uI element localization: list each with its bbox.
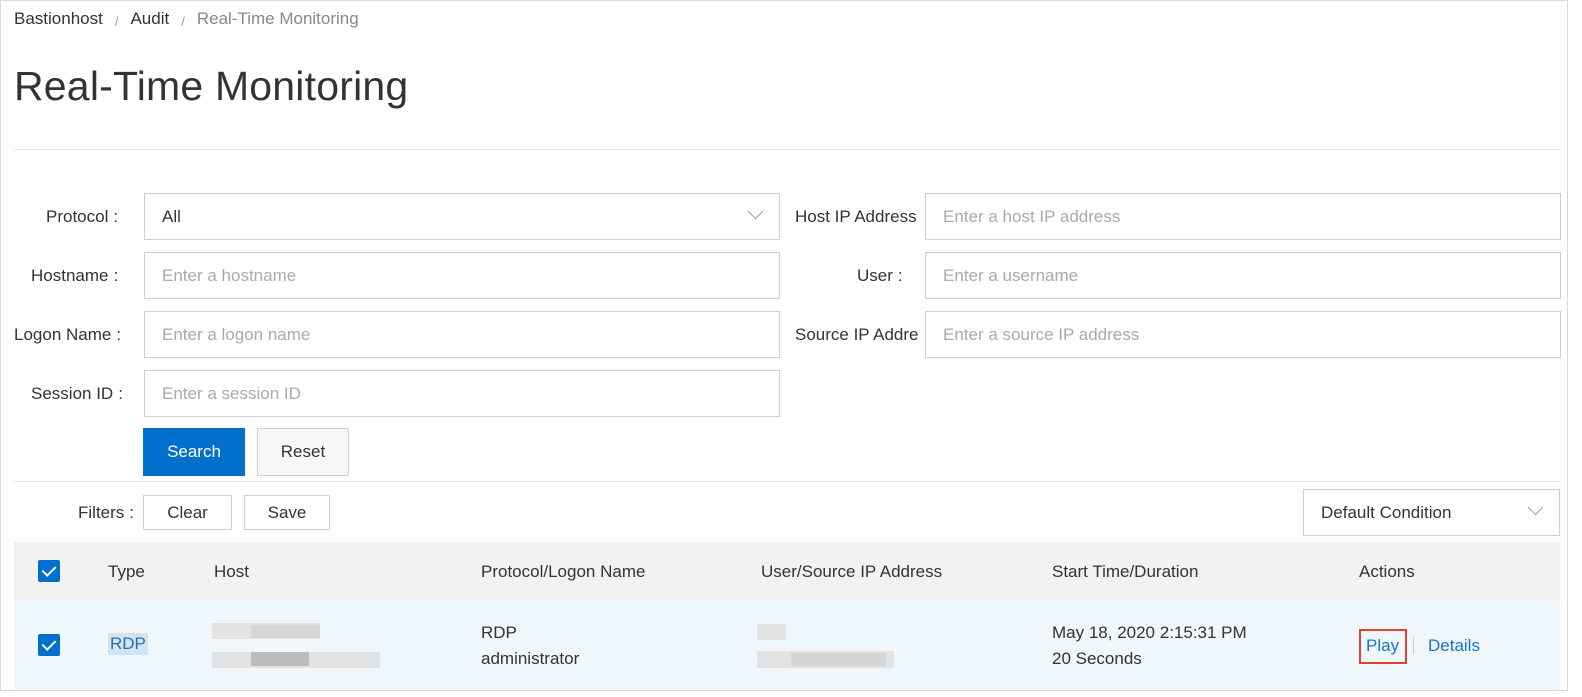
- page-frame: Bastionhost / Audit / Real-Time Monitori…: [0, 0, 1568, 691]
- protocol-select[interactable]: All: [144, 193, 780, 240]
- host-ip-input[interactable]: Enter a host IP address: [925, 193, 1561, 240]
- select-all-checkbox[interactable]: [38, 560, 60, 582]
- logon-name-placeholder: Enter a logon name: [162, 324, 311, 344]
- table-row[interactable]: [14, 600, 1560, 690]
- source-ip-label: Source IP Addre: [795, 325, 919, 344]
- hostname-input[interactable]: Enter a hostname: [144, 252, 780, 299]
- row-logon-name: administrator: [481, 649, 580, 668]
- search-button[interactable]: Search: [143, 428, 245, 476]
- protocol-label: Protocol:: [46, 207, 119, 226]
- breadcrumb-separator: /: [181, 13, 185, 29]
- row-type: RDP: [108, 633, 148, 655]
- filters-label: Filters:: [78, 503, 135, 522]
- redacted-user: [757, 624, 786, 640]
- play-link[interactable]: Play: [1366, 636, 1399, 656]
- clear-filters-button[interactable]: Clear: [143, 495, 232, 530]
- user-input[interactable]: Enter a username: [925, 252, 1561, 299]
- breadcrumb-current: Real-Time Monitoring: [196, 9, 359, 28]
- column-header-host: Host: [214, 562, 249, 581]
- host-ip-label: Host IP Address: [795, 207, 917, 226]
- title-divider: [14, 149, 1560, 150]
- hostname-placeholder: Enter a hostname: [162, 265, 297, 285]
- reset-button[interactable]: Reset: [257, 428, 349, 476]
- column-header-protocol: Protocol/Logon Name: [481, 562, 646, 581]
- page-title: Real-Time Monitoring: [14, 63, 409, 109]
- session-id-input[interactable]: Enter a session ID: [144, 370, 780, 417]
- logon-name-label: Logon Name:: [14, 325, 122, 344]
- host-ip-placeholder: Enter a host IP address: [943, 206, 1121, 226]
- row-protocol: RDP: [481, 623, 517, 642]
- redacted-host-name-part: [251, 625, 320, 638]
- action-separator: [1413, 637, 1414, 654]
- row-duration: 20 Seconds: [1052, 649, 1142, 668]
- redacted-host-ip-part: [251, 652, 309, 666]
- breadcrumb-item-audit[interactable]: Audit: [130, 9, 169, 29]
- session-id-placeholder: Enter a session ID: [162, 383, 301, 403]
- save-filters-button[interactable]: Save: [244, 495, 330, 530]
- source-ip-input[interactable]: Enter a source IP address: [925, 311, 1561, 358]
- details-link[interactable]: Details: [1428, 636, 1480, 656]
- filters-divider: [14, 481, 1560, 482]
- source-ip-placeholder: Enter a source IP address: [943, 324, 1140, 344]
- chevron-down-icon: [1527, 499, 1544, 516]
- column-header-type: Type: [108, 562, 145, 581]
- condition-select-value: Default Condition: [1321, 502, 1452, 522]
- session-id-label: Session ID:: [31, 384, 123, 403]
- row-checkbox[interactable]: [38, 634, 60, 656]
- user-label: User:: [857, 266, 903, 285]
- redacted-source-ip-part: [791, 653, 886, 666]
- protocol-select-value: All: [162, 206, 181, 226]
- user-placeholder: Enter a username: [943, 265, 1079, 285]
- row-start-time: May 18, 2020 2:15:31 PM: [1052, 623, 1247, 642]
- chevron-down-icon: [747, 203, 764, 220]
- breadcrumb-separator: /: [114, 13, 119, 29]
- column-header-actions: Actions: [1359, 562, 1415, 581]
- column-header-user: User/Source IP Address: [761, 562, 943, 581]
- column-header-start-time: Start Time/Duration: [1052, 562, 1199, 581]
- breadcrumb: Bastionhost / Audit / Real-Time Monitori…: [14, 9, 359, 29]
- breadcrumb-item-bastionhost[interactable]: Bastionhost: [14, 9, 103, 29]
- hostname-label: Hostname:: [31, 266, 119, 285]
- logon-name-input[interactable]: Enter a logon name: [144, 311, 780, 358]
- condition-select[interactable]: Default Condition: [1303, 489, 1560, 536]
